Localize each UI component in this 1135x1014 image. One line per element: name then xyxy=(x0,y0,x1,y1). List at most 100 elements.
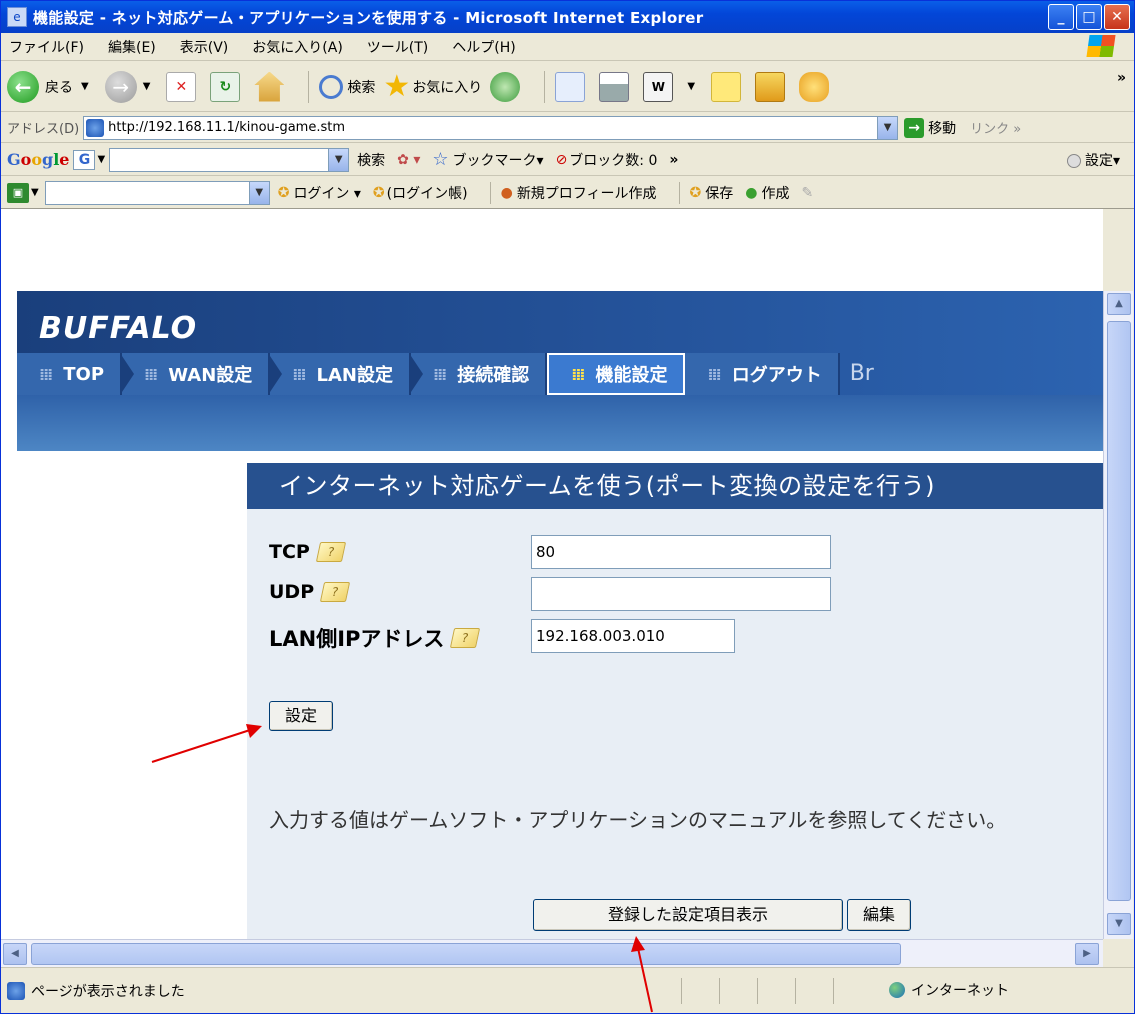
toolbar-overflow[interactable]: » xyxy=(1117,70,1126,86)
bookmark-star-icon[interactable]: ☆ xyxy=(432,149,448,170)
lan-ip-input[interactable]: 192.168.003.010 xyxy=(531,619,735,653)
google-logo-icon[interactable]: Google xyxy=(7,150,69,169)
bookmarks-button[interactable]: ブックマーク▾ xyxy=(453,150,544,170)
minimize-button[interactable]: _ xyxy=(1048,4,1074,30)
edit-button[interactable]: 編集 xyxy=(847,899,911,931)
browser-window: e 機能設定 - ネット対応ゲーム・アプリケーションを使用する - Micros… xyxy=(0,0,1135,1014)
menu-edit[interactable]: 編集(E) xyxy=(108,37,156,57)
google-menu-dropdown-icon[interactable]: ▼ xyxy=(97,154,105,165)
scroll-down-icon[interactable]: ▼ xyxy=(1107,913,1131,935)
menu-tools[interactable]: ツール(T) xyxy=(367,37,428,57)
google-extras-icon[interactable]: ✿ ▾ xyxy=(397,152,420,168)
stop-icon[interactable]: ✕ xyxy=(166,71,197,102)
google-menu-icon[interactable]: G xyxy=(73,149,96,170)
tcp-label: TCP ? xyxy=(269,541,346,563)
udp-label: UDP ? xyxy=(269,581,351,603)
save-button[interactable]: 保存 xyxy=(705,183,733,203)
pen-icon[interactable]: ✎ xyxy=(802,185,814,201)
scroll-left-icon[interactable]: ◀ xyxy=(3,943,27,965)
print-icon[interactable] xyxy=(599,71,630,102)
history-icon[interactable] xyxy=(490,71,521,102)
word-edit-icon[interactable]: W xyxy=(643,71,674,102)
go-arrow-icon: → xyxy=(904,117,925,138)
ie-window-icon: e xyxy=(7,7,27,27)
login-book-icon: ✪ xyxy=(372,184,385,201)
scroll-right-icon[interactable]: ▶ xyxy=(1075,943,1099,965)
close-button[interactable]: ✕ xyxy=(1104,4,1130,30)
forward-dropdown-icon[interactable]: ▼ xyxy=(143,81,151,92)
internet-globe-icon xyxy=(889,982,905,998)
toolbar-logo-dropdown-icon[interactable]: ▼ xyxy=(31,187,39,198)
show-registered-settings-button[interactable]: 登録した設定項目表示 xyxy=(533,899,843,931)
google-search-button[interactable]: 検索 xyxy=(357,150,385,170)
router-header-banner: BUFFALO ⁞⁞⁞ TOP ⁞⁞⁞ WAN設定 ⁞⁞⁞ LAN設定 ⁞⁞⁞ 接続確認… xyxy=(17,291,1103,451)
links-button[interactable]: リンク » xyxy=(970,118,1021,137)
google-settings-button[interactable]: 設定▾ xyxy=(1066,150,1120,170)
popup-block-icon: ⊘ xyxy=(555,151,568,168)
note-icon[interactable] xyxy=(711,71,742,102)
google-search-dropdown-icon[interactable]: ▼ xyxy=(328,148,349,171)
buffalo-logo: BUFFALO xyxy=(39,311,198,346)
forward-arrow-icon[interactable]: → xyxy=(104,70,137,103)
search-icon[interactable] xyxy=(319,74,344,99)
google-settings-label: 設定▾ xyxy=(1084,152,1120,169)
nav-tab-lan[interactable]: ⁞⁞⁞ LAN設定 xyxy=(268,353,411,395)
toolbar-input[interactable]: ▼ xyxy=(44,180,270,205)
google-search-input[interactable]: ▼ xyxy=(109,147,350,172)
toolbar-input-dropdown-icon[interactable]: ▼ xyxy=(248,181,269,204)
favorites-button-label[interactable]: お気に入り xyxy=(412,77,482,97)
login-book-button[interactable]: (ログイン帳) xyxy=(387,183,468,203)
edit-dropdown-icon[interactable]: ▼ xyxy=(687,81,695,92)
nav-tab-logout[interactable]: ⁞⁞⁞ ログアウト xyxy=(685,353,840,395)
horizontal-scroll-thumb[interactable] xyxy=(31,943,901,965)
nav-tab-wan[interactable]: ⁞⁞⁞ WAN設定 xyxy=(120,353,271,395)
refresh-icon[interactable]: ↻ xyxy=(210,71,241,102)
back-button-label[interactable]: 戻る xyxy=(45,77,73,97)
horizontal-scrollbar[interactable]: ◀ ▶ xyxy=(1,939,1103,967)
header-subband xyxy=(17,395,1103,451)
udp-label-text: UDP xyxy=(269,581,315,603)
messenger-icon[interactable] xyxy=(799,71,830,102)
help-icon[interactable]: ? xyxy=(450,628,481,648)
grid-icon: ⁞⁞⁞ xyxy=(433,364,447,384)
vertical-scroll-thumb[interactable] xyxy=(1107,321,1131,901)
nav-tab-top[interactable]: ⁞⁞⁞ TOP xyxy=(17,353,123,395)
new-profile-button[interactable]: 新規プロフィール作成 xyxy=(517,183,657,203)
search-button-label[interactable]: 検索 xyxy=(347,77,375,97)
toolbar-logo-icon[interactable]: ▣ xyxy=(7,182,29,203)
udp-port-input[interactable] xyxy=(531,577,831,611)
popup-block-count[interactable]: ブロック数: 0 xyxy=(569,150,657,170)
address-dropdown-icon[interactable]: ▼ xyxy=(877,116,898,139)
go-button[interactable]: → 移動 xyxy=(904,117,956,138)
nav-tab-connection-check[interactable]: ⁞⁞⁞ 接続確認 xyxy=(408,353,548,395)
menu-file[interactable]: ファイル(F) xyxy=(9,37,84,57)
set-button[interactable]: 設定 xyxy=(269,701,333,731)
help-icon[interactable]: ? xyxy=(315,542,346,562)
toolbar-separator xyxy=(489,181,491,204)
favorites-star-icon[interactable]: ★ xyxy=(383,69,410,104)
scroll-up-icon[interactable]: ▲ xyxy=(1107,293,1131,315)
nav-tab-features[interactable]: ⁞⁞⁞ 機能設定 xyxy=(547,353,686,395)
profile-icon: ● xyxy=(500,184,513,201)
tcp-port-input[interactable]: 80 xyxy=(531,535,831,569)
address-url[interactable]: http://192.168.11.1/kinou-game.stm xyxy=(108,120,345,135)
back-dropdown-icon[interactable]: ▼ xyxy=(81,81,89,92)
menu-help[interactable]: ヘルプ(H) xyxy=(452,37,515,57)
router-nav: ⁞⁞⁞ TOP ⁞⁞⁞ WAN設定 ⁞⁞⁞ LAN設定 ⁞⁞⁞ 接続確認 ⁞⁞⁞ 機能設定… xyxy=(17,353,1103,395)
mail-icon[interactable] xyxy=(555,71,586,102)
toolbar-separator xyxy=(308,70,310,103)
vertical-scrollbar[interactable]: ▲ ▼ xyxy=(1103,291,1133,939)
help-icon[interactable]: ? xyxy=(319,582,351,602)
login-button[interactable]: ログイン ▾ xyxy=(293,183,360,203)
maximize-button[interactable]: □ xyxy=(1076,4,1102,30)
research-icon[interactable] xyxy=(755,71,786,102)
address-input[interactable]: http://192.168.11.1/kinou-game.stm ▼ xyxy=(83,115,899,140)
game-settings-panel: インターネット対応ゲームを使う(ポート変換の設定を行う) TCP ? 80 UD… xyxy=(247,463,1103,939)
back-arrow-icon[interactable]: ← xyxy=(7,70,39,103)
create-button[interactable]: 作成 xyxy=(762,183,790,203)
grid-icon: ⁞⁞⁞ xyxy=(707,364,721,384)
menu-view[interactable]: 表示(V) xyxy=(180,37,229,57)
menu-favorites[interactable]: お気に入り(A) xyxy=(252,37,343,57)
home-icon[interactable] xyxy=(254,71,285,102)
google-overflow-icon[interactable]: » xyxy=(669,152,678,168)
